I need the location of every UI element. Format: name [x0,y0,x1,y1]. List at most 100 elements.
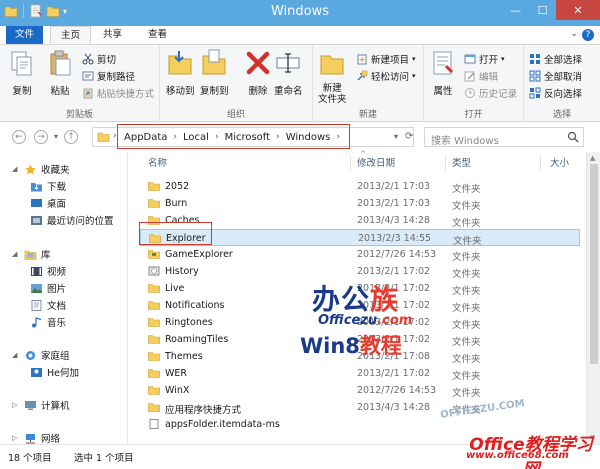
recent-locations-icon[interactable]: ▾ [54,132,58,141]
file-type: 文件夹 [452,218,481,229]
tab-share[interactable]: 共享 [93,26,132,44]
copy-button[interactable]: 复制 [8,49,36,97]
group-clipboard: 复制 粘贴 剪切 复制路径 粘贴快捷方式 剪贴板 [0,45,160,122]
copy-to-button[interactable]: 复制到 [200,49,229,97]
expand-icon[interactable]: ▷ [12,401,20,409]
scroll-up-icon[interactable]: ▲ [590,154,595,162]
watermark-text: 教程 [359,334,402,358]
open-button[interactable]: 打开 ▾ [464,52,505,66]
move-to-button[interactable]: 移动到 [166,49,195,97]
nav-favorites[interactable]: ◢ 收藏夹 [12,161,70,177]
table-row[interactable]: GameExplorer 2012/7/26 14:53 文件夹 [140,246,580,263]
file-date: 2013/2/1 17:03 [357,198,431,209]
nav-homegroup-user[interactable]: He何加 [30,364,79,380]
file-name: History [165,266,199,277]
nav-music[interactable]: 音乐 [30,314,66,330]
file-type: 文件夹 [452,269,481,280]
nav-pictures[interactable]: 图片 [30,280,66,296]
music-icon [32,316,42,327]
forward-button[interactable]: → [34,130,48,144]
homegroup-icon [26,350,35,360]
new-folder-label: 新建 文件夹 [318,83,347,105]
watermark-text: 族 [370,283,400,316]
collapse-icon[interactable]: ◢ [12,351,20,359]
up-button[interactable]: ↑ [64,130,78,144]
scrollbar-thumb[interactable] [590,164,598,364]
library-icon [24,250,37,260]
file-type: 文件夹 [452,388,481,399]
nav-libraries[interactable]: ◢ 库 [12,246,51,262]
select-none-label: 全部取消 [544,72,583,83]
tab-file[interactable]: 文件 [6,26,44,44]
history-button[interactable]: 历史记录 [464,86,517,100]
address-dropdown-icon[interactable]: ▾ [394,132,398,141]
caption-buttons: — ☐ ✕ [502,0,600,20]
select-all-icon [530,54,540,64]
nav-computer[interactable]: ▷ 计算机 [12,397,70,413]
paste-button[interactable]: 粘贴 [46,49,74,97]
collapse-icon[interactable]: ◢ [12,165,20,173]
file-name: Themes [165,351,203,362]
table-row[interactable]: WER 2013/2/1 17:02 文件夹 [140,365,580,382]
table-row[interactable]: 2052 2013/2/1 17:03 文件夹 [140,178,580,195]
close-button[interactable]: ✕ [556,0,600,20]
copy-path-button[interactable]: 复制路径 [82,69,135,83]
nav-homegroup[interactable]: ◢ 家庭组 [12,347,70,363]
properties-button[interactable]: 属性 [429,49,457,97]
cut-button[interactable]: 剪切 [82,52,116,66]
column-divider[interactable] [350,155,351,171]
column-header-type[interactable]: 类型 [452,155,471,173]
documents-icon [31,299,42,311]
nav-videos-label: 视频 [47,267,67,278]
column-divider[interactable] [445,155,446,171]
nav-desktop[interactable]: 桌面 [30,195,66,211]
select-none-button[interactable]: 全部取消 [529,69,582,83]
collapse-icon[interactable]: ◢ [12,250,20,258]
nav-pictures-label: 图片 [47,284,67,295]
table-row[interactable]: WinX 2012/7/26 14:53 文件夹 [140,382,580,399]
easy-access-button[interactable]: 轻松访问 ▾ [356,69,416,83]
new-item-button[interactable]: 新建项目 ▾ [356,52,416,66]
column-header-size[interactable]: 大小 [550,155,569,173]
invert-selection-button[interactable]: 反向选择 [529,86,582,100]
nav-documents[interactable]: 文档 [30,297,66,313]
chevron-down-icon[interactable]: ⌄ [570,29,578,39]
back-button[interactable]: ← [12,130,26,144]
nav-favorites-label: 收藏夹 [41,165,70,176]
watermark-text: Win8 [300,334,360,358]
rename-button[interactable]: 重命名 [274,49,303,97]
copy-path-icon [82,71,94,81]
nav-recent[interactable]: 最近访问的位置 [30,212,114,228]
maximize-button[interactable]: ☐ [529,0,556,20]
search-icon[interactable] [567,131,579,143]
select-all-button[interactable]: 全部选择 [529,52,582,66]
tab-view[interactable]: 查看 [138,26,177,44]
search-input[interactable]: 搜索 Windows [431,132,499,147]
table-row[interactable]: Burn 2013/2/1 17:03 文件夹 [140,195,580,212]
explorer-highlight-box [139,222,212,245]
refresh-icon[interactable]: ⟳ [405,131,413,142]
minimize-button[interactable]: — [502,0,529,20]
tab-home[interactable]: 主页 [50,26,92,44]
column-divider[interactable] [540,155,541,171]
column-header-modified[interactable]: 修改日期 [357,155,395,173]
search-box[interactable]: 搜索 Windows [424,127,584,147]
file-name: 2052 [165,181,190,192]
folder-icon [148,318,160,327]
group-open: 属性 打开 ▾ 编辑 历史记录 打开 [424,45,524,122]
vertical-scrollbar[interactable]: ▲ ▼ [586,152,600,444]
nav-downloads[interactable]: 下载 [30,178,66,194]
paste-shortcut-button[interactable]: 粘贴快捷方式 [82,86,154,100]
column-header-name[interactable]: 名称 [148,155,167,173]
delete-button[interactable]: 删除 [244,49,272,97]
pane-splitter[interactable] [127,152,133,444]
edit-button[interactable]: 编辑 [464,69,498,83]
file-type: 文件夹 [452,201,481,212]
dropdown-icon: ▾ [412,55,416,63]
new-folder-button[interactable]: 新建 文件夹 [318,49,347,105]
expand-icon[interactable]: ▷ [12,434,20,442]
properties-icon [433,51,454,75]
nav-videos[interactable]: 视频 [30,263,66,279]
help-icon[interactable]: ? [582,29,594,41]
watermark-text: 办公 [312,283,371,316]
